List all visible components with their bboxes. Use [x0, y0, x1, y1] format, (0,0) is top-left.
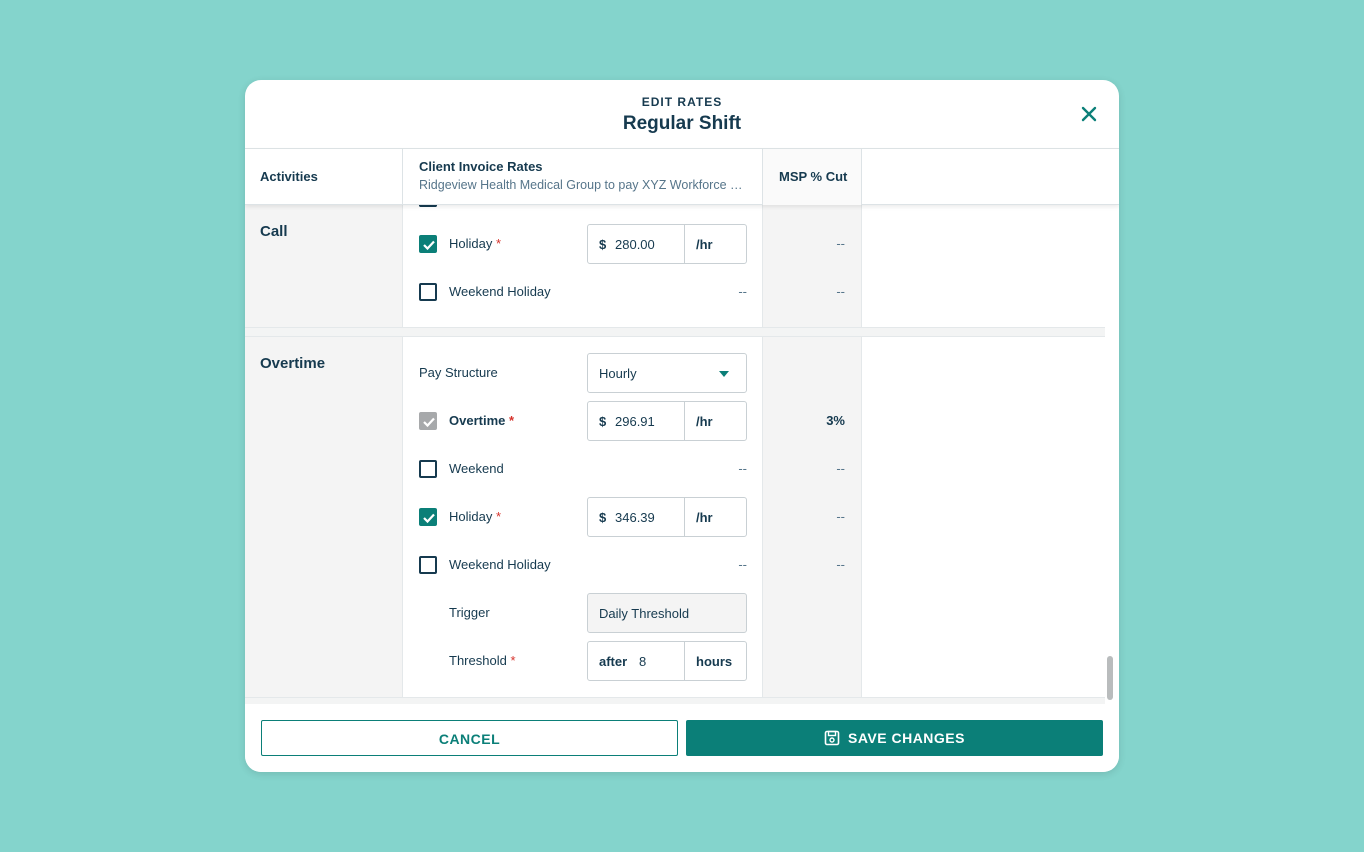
threshold-prefix: after [599, 654, 628, 669]
pay-structure-select[interactable]: Hourly [587, 353, 747, 393]
activity-section-call: Call Holiday * $ 280.00 /hr Weekend Holi… [245, 205, 1105, 328]
activity-cell: Call [245, 205, 403, 327]
save-icon [824, 730, 840, 749]
rate-label: Overtime * [449, 413, 515, 428]
rate-label: Weekend Holiday [449, 557, 551, 572]
overtime-rate-input[interactable]: $ 296.91 /hr [587, 401, 747, 441]
rate-row-holiday: Holiday * $ 280.00 /hr [403, 224, 763, 264]
activity-cell: Overtime [245, 337, 403, 697]
weekend-checkbox[interactable] [419, 460, 437, 478]
overtime-checkbox [419, 412, 437, 430]
client-rates-cell: Pay Structure Hourly Overtime * $ 296.91… [403, 337, 763, 697]
weekend-holiday-checkbox[interactable] [419, 283, 437, 301]
pay-structure-row: Pay Structure Hourly [403, 353, 763, 393]
rate-label: Holiday * [449, 509, 502, 524]
rate-row-weekend-holiday: Weekend Holiday -- [403, 545, 763, 585]
column-header-msp-cut: MSP % Cut [763, 149, 862, 205]
currency-symbol: $ [599, 510, 607, 525]
threshold-row: Threshold * after 8 hours [403, 641, 763, 681]
rate-label: Weekend Holiday [449, 284, 551, 299]
column-header-activities: Activities [245, 149, 403, 205]
client-rates-cell: Holiday * $ 280.00 /hr Weekend Holiday -… [403, 205, 763, 327]
column-header-row: Activities Client Invoice Rates Ridgevie… [245, 149, 1119, 205]
pay-structure-label: Pay Structure [419, 365, 498, 380]
rate-unit: /hr [684, 402, 747, 440]
msp-value: -- [836, 557, 845, 572]
rate-label: Weekend [449, 461, 504, 476]
holiday-rate-input[interactable]: $ 346.39 /hr [587, 497, 747, 537]
msp-value: -- [836, 461, 845, 476]
holiday-rate-input[interactable]: $ 280.00 /hr [587, 224, 747, 264]
scrollbar-track[interactable] [1104, 205, 1116, 704]
section-divider [245, 328, 1105, 336]
cancel-button[interactable]: CANCEL [261, 720, 678, 756]
threshold-input[interactable]: after 8 hours [587, 641, 747, 681]
chevron-down-icon [719, 371, 729, 377]
trigger-row: Trigger Daily Threshold [403, 593, 763, 633]
weekend-holiday-checkbox[interactable] [419, 556, 437, 574]
partial-checkbox [419, 205, 437, 207]
column-header-client-title: Client Invoice Rates [419, 159, 543, 174]
threshold-unit: hours [684, 642, 747, 680]
empty-column-cell [862, 337, 1105, 697]
activity-name: Overtime [260, 355, 326, 372]
msp-value: 3% [826, 413, 845, 428]
rate-empty-value: -- [738, 557, 747, 572]
rate-value: 280.00 [615, 237, 655, 252]
empty-column-cell [862, 205, 1105, 327]
rates-table-body[interactable]: Call Holiday * $ 280.00 /hr Weekend Holi… [245, 205, 1119, 704]
currency-symbol: $ [599, 414, 607, 429]
msp-value: -- [836, 509, 845, 524]
save-changes-button[interactable]: SAVE CHANGES [686, 720, 1103, 756]
rate-empty-value: -- [738, 461, 747, 476]
threshold-value: 8 [639, 654, 647, 669]
modal-footer: CANCEL SAVE CHANGES [245, 704, 1119, 772]
rate-unit: /hr [684, 498, 747, 536]
edit-rates-modal: EDIT RATES Regular Shift Activities Clie… [245, 80, 1119, 772]
currency-symbol: $ [599, 237, 607, 252]
msp-cell: -- -- [763, 205, 862, 327]
msp-cell: 3% -- -- -- [763, 337, 862, 697]
column-header-client-subtitle: Ridgeview Health Medical Group to pay XY… [419, 178, 749, 192]
scrollbar-thumb[interactable] [1107, 656, 1113, 700]
rate-row-holiday: Holiday * $ 346.39 /hr [403, 497, 763, 537]
rate-row-overtime: Overtime * $ 296.91 /hr [403, 401, 763, 441]
rate-row-weekend: Weekend -- [403, 449, 763, 489]
close-icon[interactable] [1077, 102, 1101, 126]
trigger-field: Daily Threshold [587, 593, 747, 633]
select-value: Hourly [599, 366, 637, 381]
msp-value: -- [836, 284, 845, 299]
modal-eyebrow: EDIT RATES [641, 95, 723, 109]
rate-label: Holiday * [449, 236, 502, 251]
activity-name: Call [260, 223, 288, 240]
msp-value: -- [836, 236, 845, 251]
trigger-value: Daily Threshold [599, 606, 690, 621]
threshold-label: Threshold * [449, 653, 516, 668]
rate-value: 296.91 [615, 414, 655, 429]
holiday-checkbox[interactable] [419, 235, 437, 253]
column-header-client-rates: Client Invoice Rates Ridgeview Health Me… [403, 149, 763, 205]
rate-unit: /hr [684, 225, 747, 263]
modal-header: EDIT RATES Regular Shift [245, 80, 1119, 149]
holiday-checkbox[interactable] [419, 508, 437, 526]
activity-section-overtime: Overtime Pay Structure Hourly Overtime * [245, 336, 1105, 698]
trigger-label: Trigger [449, 605, 490, 620]
rate-empty-value: -- [738, 284, 747, 299]
rate-value: 346.39 [615, 510, 655, 525]
modal-title: Regular Shift [622, 113, 742, 134]
save-changes-label: SAVE CHANGES [848, 730, 965, 746]
rate-row-weekend-holiday: Weekend Holiday -- [403, 272, 763, 312]
